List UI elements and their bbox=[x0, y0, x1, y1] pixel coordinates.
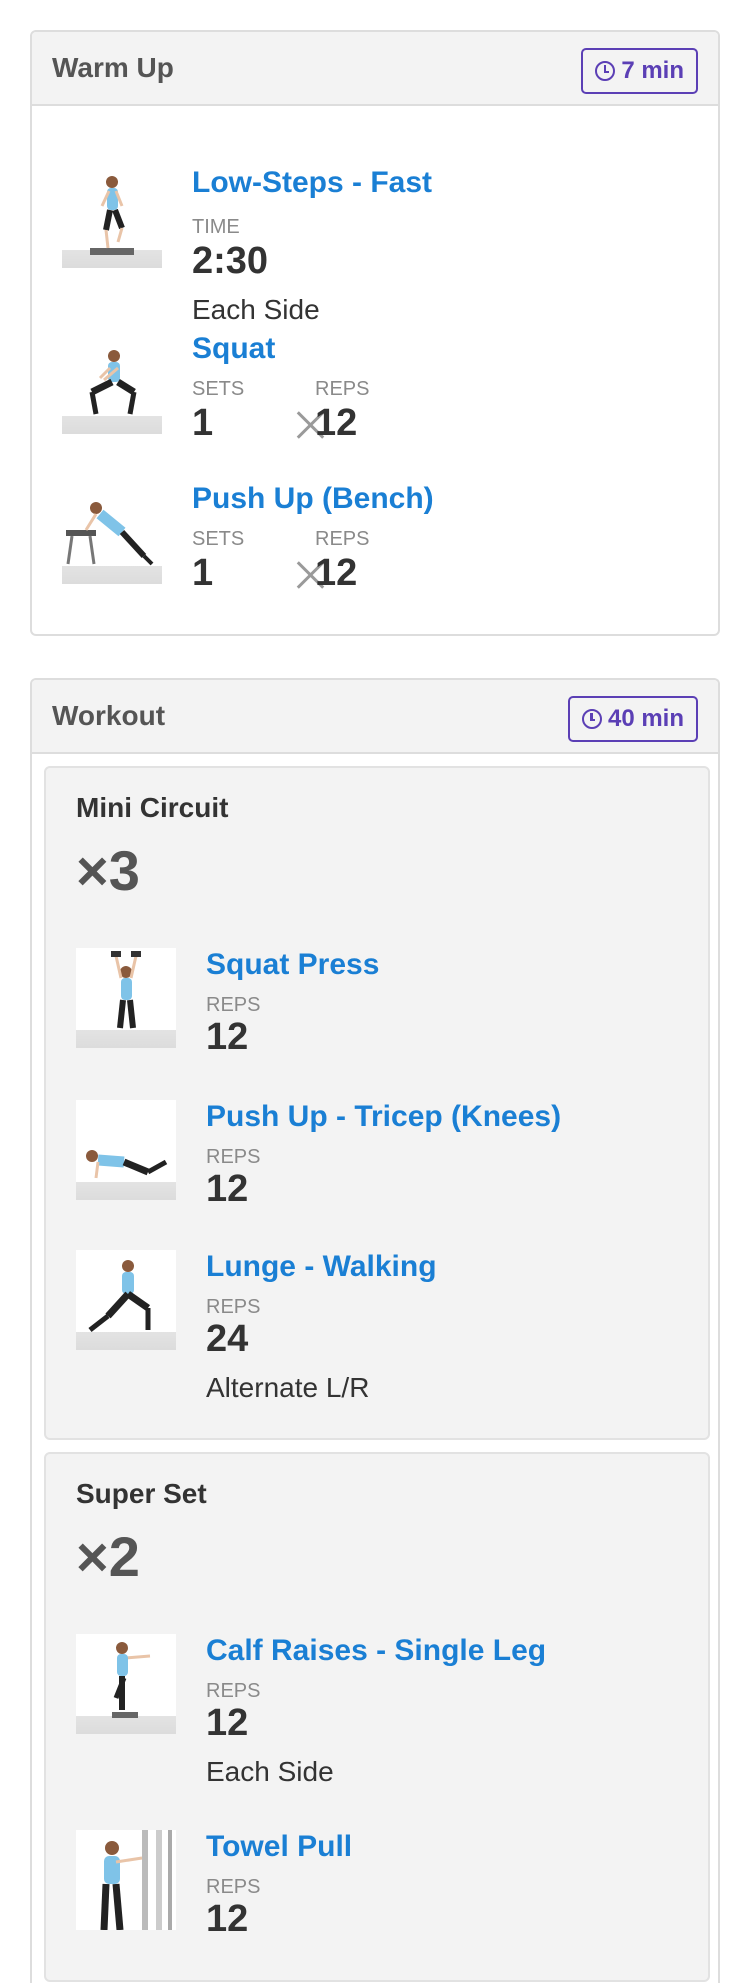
sets-value: 1 bbox=[192, 552, 214, 594]
circuit-multiplier: ×2 bbox=[76, 1525, 140, 1588]
exercise-thumbnail[interactable] bbox=[76, 1250, 176, 1350]
reps-value: 24 bbox=[206, 1318, 249, 1360]
clock-icon bbox=[595, 61, 616, 81]
exercise-name-link[interactable]: Push Up - Tricep (Knees) bbox=[206, 1100, 561, 1134]
reps-value: 12 bbox=[206, 1702, 249, 1744]
exercise-thumbnail[interactable] bbox=[62, 484, 162, 584]
exercise-item[interactable]: Calf Raises - Single Leg REPS 12 Each Si… bbox=[76, 1634, 676, 1804]
exercise-name-link[interactable]: Low-Steps - Fast bbox=[192, 166, 432, 200]
reps-label: REPS bbox=[315, 528, 370, 550]
exercise-name-link[interactable]: Squat Press bbox=[206, 948, 379, 982]
exercise-thumbnail[interactable] bbox=[76, 948, 176, 1048]
exercise-name-link[interactable]: Squat bbox=[192, 332, 275, 366]
exercise-item[interactable]: Push Up (Bench) SETS 1 REPS 12 bbox=[62, 482, 682, 602]
circuit-title: Mini Circuit bbox=[76, 792, 229, 823]
warmup-header: Warm Up 7 min bbox=[32, 32, 718, 106]
exercise-thumbnail[interactable] bbox=[62, 334, 162, 434]
sets-label: SETS bbox=[192, 528, 245, 550]
warmup-panel: Warm Up 7 min Low-Steps - Fast TIME 2:30… bbox=[30, 30, 720, 636]
reps-value: 12 bbox=[206, 1168, 249, 1210]
exercise-name-link[interactable]: Calf Raises - Single Leg bbox=[206, 1634, 546, 1668]
reps-value: 12 bbox=[315, 552, 358, 594]
workout-duration: 40 min bbox=[607, 705, 684, 732]
reps-label: REPS bbox=[206, 994, 261, 1016]
reps-label: REPS bbox=[315, 378, 370, 400]
exercise-item[interactable]: Low-Steps - Fast TIME 2:30 Each Side bbox=[62, 138, 682, 325]
workout-header: Workout 40 min bbox=[32, 680, 718, 754]
warmup-duration: 7 min bbox=[621, 57, 684, 84]
sets-value: 1 bbox=[192, 402, 214, 444]
reps-label: REPS bbox=[206, 1146, 261, 1168]
reps-value: 12 bbox=[206, 1898, 249, 1940]
warmup-title: Warm Up bbox=[52, 52, 174, 83]
exercise-note: Each Side bbox=[192, 294, 320, 325]
exercise-note: Alternate L/R bbox=[206, 1372, 370, 1403]
exercise-item[interactable]: Squat Press REPS 12 bbox=[76, 948, 676, 1068]
exercise-thumbnail[interactable] bbox=[76, 1830, 176, 1930]
reps-value: 12 bbox=[315, 402, 358, 444]
workout-duration-badge: 40 min bbox=[567, 696, 698, 742]
time-label: TIME bbox=[192, 216, 240, 238]
exercise-thumbnail[interactable] bbox=[62, 168, 162, 268]
reps-label: REPS bbox=[206, 1296, 261, 1318]
circuit-title: Super Set bbox=[76, 1478, 207, 1509]
workout-title: Workout bbox=[52, 700, 166, 731]
exercise-thumbnail[interactable] bbox=[76, 1100, 176, 1200]
time-value: 2:30 bbox=[192, 240, 269, 282]
workout-panel: Workout 40 min Mini Circuit ×3 Squat Pre… bbox=[30, 678, 720, 1983]
exercise-item[interactable]: Squat SETS 1 REPS 12 bbox=[62, 332, 682, 452]
exercise-thumbnail[interactable] bbox=[76, 1634, 176, 1734]
exercise-item[interactable]: Push Up - Tricep (Knees) REPS 12 bbox=[76, 1100, 676, 1220]
exercise-item[interactable]: Towel Pull REPS 12 bbox=[76, 1830, 676, 1950]
exercise-name-link[interactable]: Lunge - Walking bbox=[206, 1250, 437, 1284]
exercise-name-link[interactable]: Towel Pull bbox=[206, 1830, 352, 1864]
sets-label: SETS bbox=[192, 378, 245, 400]
reps-value: 12 bbox=[206, 1016, 249, 1058]
reps-label: REPS bbox=[206, 1876, 261, 1898]
circuit-block: Super Set ×2 Calf Raises - Single Leg RE… bbox=[44, 1452, 710, 1982]
circuit-block: Mini Circuit ×3 Squat Press REPS 12 Push… bbox=[44, 766, 710, 1440]
circuit-multiplier: ×3 bbox=[76, 839, 140, 902]
clock-icon bbox=[581, 709, 602, 729]
exercise-name-link[interactable]: Push Up (Bench) bbox=[192, 482, 434, 516]
exercise-item[interactable]: Lunge - Walking REPS 24 Alternate L/R bbox=[76, 1250, 676, 1420]
warmup-duration-badge: 7 min bbox=[581, 48, 698, 94]
exercise-note: Each Side bbox=[206, 1756, 334, 1787]
reps-label: REPS bbox=[206, 1680, 261, 1702]
